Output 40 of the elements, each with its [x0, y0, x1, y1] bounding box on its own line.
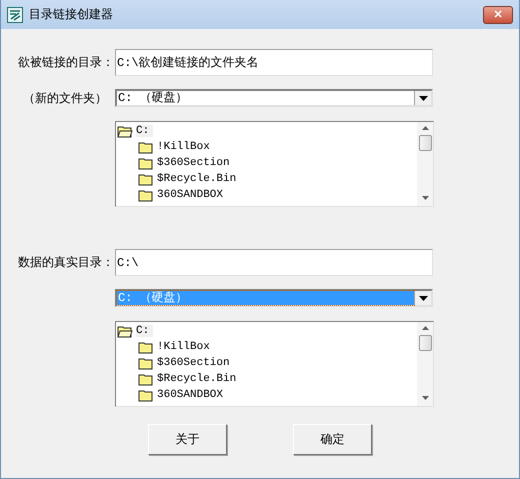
tree-item[interactable]: C:: [136, 325, 154, 337]
folder-icon: [138, 140, 154, 154]
scroll-down-icon[interactable]: [422, 196, 428, 200]
folder-icon: [138, 340, 154, 354]
folder-icon: [138, 372, 154, 386]
folder-icon: [138, 388, 154, 402]
scroll-down-icon[interactable]: [422, 396, 428, 400]
scrollbar[interactable]: [417, 122, 433, 206]
tree-item[interactable]: 360SANDBOX: [157, 189, 228, 201]
tree-item[interactable]: C:: [136, 125, 154, 137]
scroll-up-icon[interactable]: [422, 326, 428, 330]
folder-icon: [138, 188, 154, 202]
folder-tree[interactable]: C: !KillBox $360Section $Recycle.Bin 360SANDBOX: [115, 321, 434, 407]
dialog-button[interactable]: 关于: [148, 424, 227, 455]
tree-item[interactable]: $360Section: [157, 157, 234, 169]
folder-icon: [138, 172, 154, 186]
tree-item[interactable]: $360Section: [157, 357, 234, 369]
drive-dropdown[interactable]: C: （硬盘）: [115, 89, 433, 107]
tree-item[interactable]: $Recycle.Bin: [157, 373, 240, 385]
field-label: 欲被链接的目录：: [18, 54, 115, 71]
open-folder-icon: [117, 124, 133, 138]
field-label: 数据的真实目录：: [18, 254, 115, 271]
open-folder-icon: [117, 324, 133, 338]
path-field[interactable]: C:\: [115, 249, 433, 276]
tree-item[interactable]: $Recycle.Bin: [157, 173, 240, 185]
folder-tree[interactable]: C: !KillBox $360Section $Recycle.Bin 360SANDBOX: [115, 121, 434, 207]
scroll-thumb[interactable]: [418, 335, 432, 351]
path-field[interactable]: C:\欲创建链接的文件夹名: [115, 49, 433, 76]
app-icon: [7, 6, 23, 22]
dialog-button[interactable]: 确定: [293, 424, 372, 455]
scroll-up-icon[interactable]: [422, 126, 428, 130]
folder-icon: [138, 356, 154, 370]
scroll-thumb[interactable]: [418, 135, 432, 151]
folder-icon: [138, 156, 154, 170]
tree-item[interactable]: !KillBox: [157, 341, 214, 353]
tree-item[interactable]: 360SANDBOX: [157, 389, 228, 401]
scrollbar[interactable]: [417, 322, 433, 406]
tree-item[interactable]: !KillBox: [157, 141, 214, 153]
field-label: （新的文件夹）: [23, 90, 107, 104]
window-title: 目录链接创建器: [29, 6, 114, 23]
